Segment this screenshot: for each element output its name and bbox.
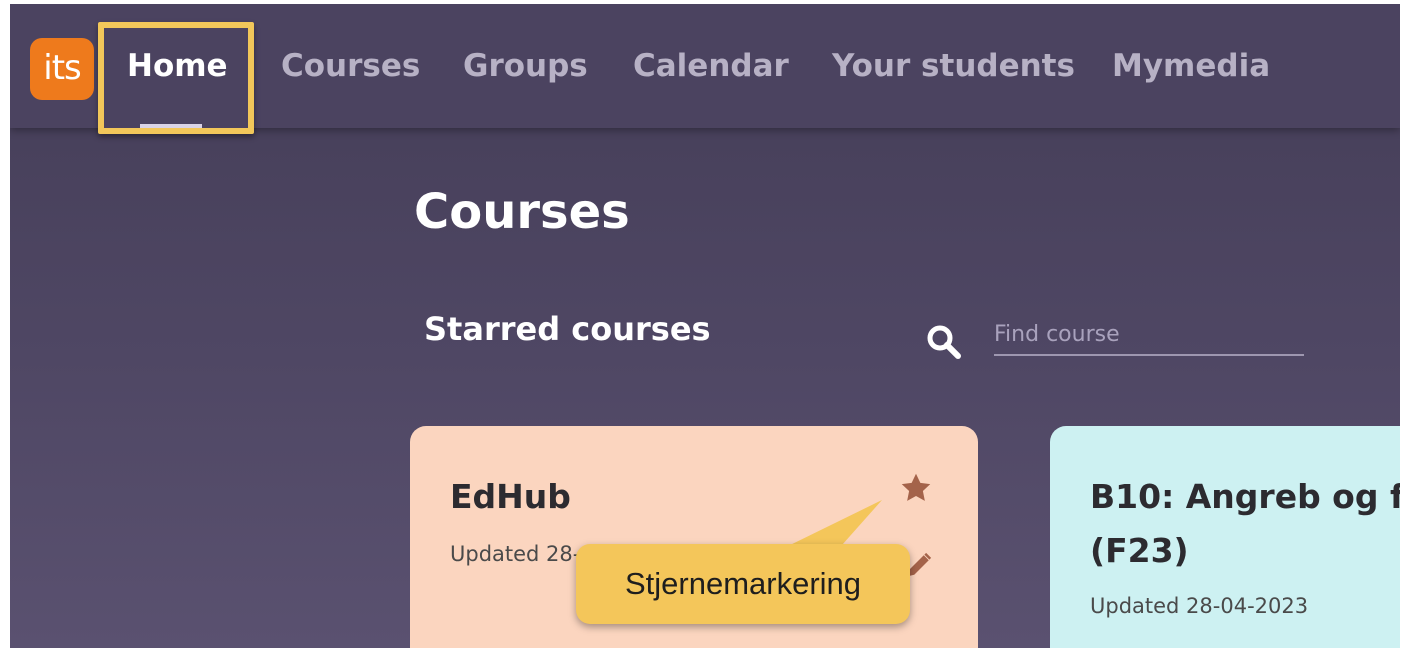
nav-groups[interactable]: Groups [463, 44, 588, 88]
course-updated-date: Updated 28-0 [450, 542, 594, 566]
star-callout-annotation: Stjernemarkering [576, 544, 910, 624]
course-title-line-1: B10: Angreb og fors [1090, 477, 1400, 516]
course-title-line-2: (F23) [1090, 531, 1189, 570]
search-icon[interactable] [924, 322, 964, 362]
page-title: Courses [414, 184, 630, 240]
nav-courses[interactable]: Courses [281, 44, 420, 88]
find-course-input[interactable] [994, 314, 1304, 356]
nav-mymedia[interactable]: Mymedia [1112, 44, 1270, 88]
nav-calendar[interactable]: Calendar [633, 44, 789, 88]
nav-your-students[interactable]: Your students [832, 44, 1075, 88]
course-title[interactable]: EdHub [450, 470, 571, 524]
course-title[interactable]: B10: Angreb og fors (F23) [1090, 470, 1400, 578]
app-window: its Home Courses Groups Calendar Your st… [10, 4, 1400, 648]
course-card-b10[interactable]: B10: Angreb og fors (F23) Updated 28-04-… [1050, 426, 1400, 648]
star-icon[interactable] [898, 470, 934, 506]
home-highlight-annotation [98, 22, 254, 134]
course-updated-date: Updated 28-04-2023 [1090, 594, 1309, 618]
its-logo[interactable]: its [30, 38, 94, 100]
starred-courses-heading: Starred courses [424, 310, 711, 348]
